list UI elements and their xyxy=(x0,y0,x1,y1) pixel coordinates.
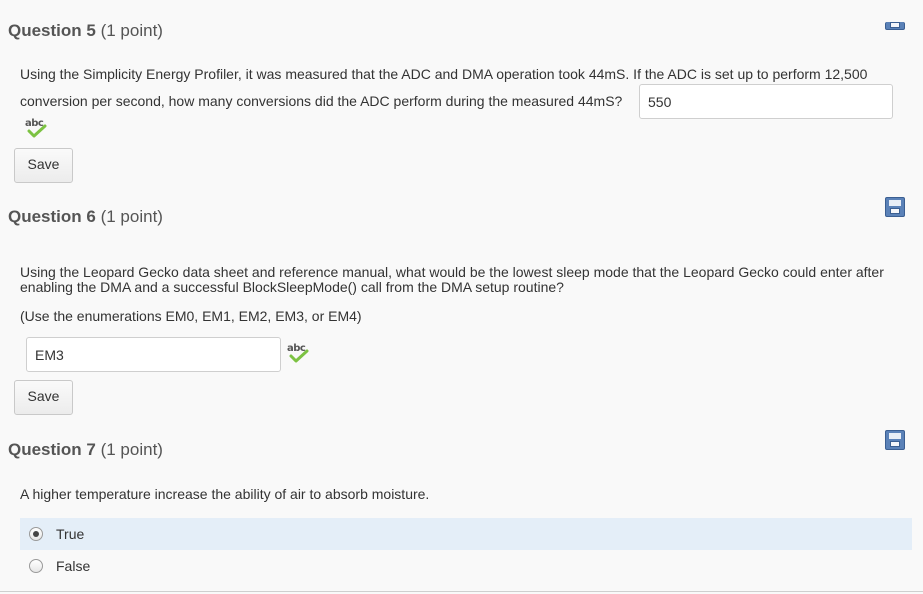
save-icon-slot xyxy=(890,208,900,214)
question-5-answer-input[interactable] xyxy=(639,84,893,119)
save-icon-label xyxy=(889,433,901,439)
question-6-title: Question 6 (1 point) xyxy=(8,207,163,227)
spellcheck-icon[interactable]: abc xyxy=(25,118,51,140)
option-label-false: False xyxy=(56,558,91,574)
save-icon-label xyxy=(889,200,901,206)
radio-button-true[interactable] xyxy=(29,527,43,541)
save-icon[interactable] xyxy=(885,430,905,450)
save-icon[interactable] xyxy=(885,22,905,30)
question-points: (1 point) xyxy=(100,21,163,40)
question-6-note: (Use the enumerations EM0, EM1, EM2, EM3… xyxy=(20,308,362,324)
option-false-row[interactable]: False xyxy=(20,550,912,582)
question-number: Question 7 xyxy=(8,440,96,459)
spellcheck-check-icon xyxy=(289,349,309,363)
save-icon-slot xyxy=(890,22,900,28)
question-7-text: A higher temperature increase the abilit… xyxy=(20,486,430,502)
question-points: (1 point) xyxy=(100,440,163,459)
question-5-title: Question 5 (1 point) xyxy=(8,21,163,41)
spellcheck-icon[interactable]: abc xyxy=(287,343,313,365)
question-5-text-line2: conversion per second, how many conversi… xyxy=(20,93,623,109)
question-5-save-button[interactable]: Save xyxy=(14,148,73,183)
question-number: Question 5 xyxy=(8,21,96,40)
question-6-save-button[interactable]: Save xyxy=(14,380,73,415)
question-number: Question 6 xyxy=(8,207,96,226)
question-6-answer-input[interactable] xyxy=(26,337,281,372)
question-6-text-line1: Using the Leopard Gecko data sheet and r… xyxy=(20,264,884,280)
question-points: (1 point) xyxy=(100,207,163,226)
option-true-row[interactable]: True xyxy=(20,518,912,550)
save-icon[interactable] xyxy=(885,197,905,217)
option-label-true: True xyxy=(56,526,85,542)
bottom-divider xyxy=(0,591,923,592)
spellcheck-check-icon xyxy=(27,124,47,138)
radio-selected-dot xyxy=(33,531,39,537)
question-5-text-line1: Using the Simplicity Energy Profiler, it… xyxy=(20,66,868,82)
radio-button-false[interactable] xyxy=(29,559,43,573)
question-6-text-line2: enabling the DMA and a successful BlockS… xyxy=(20,279,564,295)
save-icon-slot xyxy=(890,441,900,447)
question-7-title: Question 7 (1 point) xyxy=(8,440,163,460)
